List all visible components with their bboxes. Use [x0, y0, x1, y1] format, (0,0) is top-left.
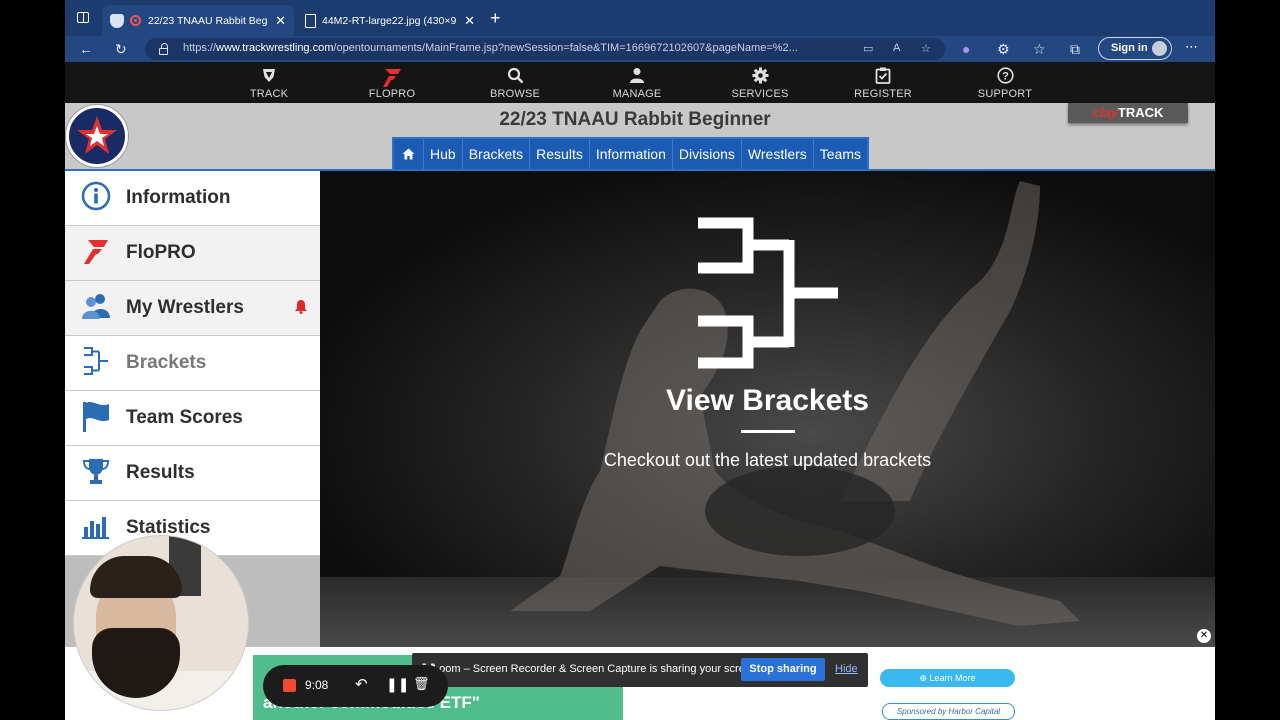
loom-sharing-message: Loom – Screen Recorder & Screen Capture … — [433, 663, 761, 675]
new-tab-icon[interactable]: + — [490, 8, 501, 29]
sidebar-item-team-scores[interactable]: Team Scores — [65, 391, 320, 446]
extensions-icon[interactable]: ⚙ — [997, 39, 1010, 59]
nav-flopro[interactable]: FLOPRO — [347, 62, 437, 103]
screen: 22/23 TNAAU Rabbit Beg ✕ 44M2-RT-large22… — [0, 0, 1280, 720]
sidebar-item-information[interactable]: Information — [65, 171, 320, 226]
tab-title: 22/23 TNAAU Rabbit Beg — [148, 14, 268, 27]
sidebar-item-brackets[interactable]: Brackets — [65, 336, 320, 391]
site-nav: TRACK FLOPRO BROWSE MANAGE SERVICES REGI… — [65, 62, 1215, 103]
track-shield-icon — [224, 62, 314, 88]
event-header: 22/23 TNAAU Rabbit Beginner clayTRACK Hu… — [65, 103, 1215, 171]
trackwrestling-favicon-icon — [110, 13, 124, 28]
sidebar-item-flopro[interactable]: FloPRO — [65, 226, 320, 281]
ad-close-icon[interactable]: ✕ — [1197, 629, 1211, 643]
browser-tab[interactable]: 44M2-RT-large22.jpg (430×9 ✕ — [297, 5, 483, 36]
tab-results[interactable]: Results — [530, 139, 590, 169]
event-tabs: Hub Brackets Results Information Divisio… — [392, 137, 869, 169]
help-icon: ? — [960, 62, 1050, 88]
browser-tab-active[interactable]: 22/23 TNAAU Rabbit Beg ✕ — [102, 5, 294, 36]
tab-teams[interactable]: Teams — [814, 139, 867, 169]
restart-icon[interactable]: ↶ — [355, 675, 368, 693]
hero-divider — [741, 430, 795, 433]
avatar-icon — [1152, 41, 1167, 56]
users-icon — [65, 292, 126, 325]
notification-bell-icon[interactable] — [294, 299, 308, 318]
bracket-icon — [65, 345, 126, 382]
learn-more-button[interactable]: ⊕ Learn More — [880, 669, 1015, 687]
back-icon[interactable]: ← — [79, 39, 93, 59]
tab-brackets[interactable]: Brackets — [463, 139, 531, 169]
sidebar-item-results[interactable]: Results — [65, 446, 320, 501]
sidebar-item-label: Results — [126, 462, 195, 483]
more-options-icon[interactable]: ⋯ — [1185, 39, 1198, 55]
hero-subtitle: Checkout out the latest updated brackets — [603, 450, 932, 470]
collections-icon[interactable]: ⧉ — [1070, 39, 1080, 59]
user-icon — [592, 62, 682, 88]
sidebar-item-my-wrestlers[interactable]: My Wrestlers — [65, 281, 320, 336]
favorites-icon[interactable]: ☆ — [1033, 39, 1046, 59]
address-bar[interactable]: https://www.trackwrestling.com/opentourn… — [145, 38, 945, 60]
flag-icon — [65, 400, 126, 437]
clipboard-icon — [838, 62, 928, 88]
tab-hub[interactable]: Hub — [424, 139, 463, 169]
tab-wrestlers[interactable]: Wrestlers — [742, 139, 814, 169]
delete-recording-icon[interactable]: 🗑 — [413, 676, 430, 692]
tab-divisions[interactable]: Divisions — [673, 139, 742, 169]
event-title: 22/23 TNAAU Rabbit Beginner — [499, 109, 771, 130]
stop-recording-icon[interactable] — [283, 679, 296, 692]
url-text[interactable]: https://www.trackwrestling.com/opentourn… — [183, 42, 823, 54]
close-tab-icon[interactable]: ✕ — [275, 13, 286, 29]
nav-manage[interactable]: MANAGE — [592, 62, 682, 103]
recording-timer: 9:08 — [305, 678, 329, 692]
webcam-bubble[interactable] — [73, 535, 249, 711]
bar-chart-icon — [65, 513, 126, 544]
gear-icon — [715, 62, 805, 88]
screen-cast-icon[interactable]: ▭ — [863, 42, 873, 55]
bracket-icon — [698, 217, 838, 369]
read-aloud-icon[interactable]: A — [893, 42, 900, 54]
loom-controls: 9:08 ↶ ❚❚ 🗑 — [263, 665, 448, 707]
home-icon — [402, 148, 415, 160]
cam-hair — [90, 556, 182, 598]
copilot-icon[interactable]: ● — [962, 39, 970, 59]
hero-title: View Brackets — [666, 384, 869, 417]
tab-home[interactable] — [394, 139, 424, 169]
nav-track[interactable]: TRACK — [224, 62, 314, 103]
sign-in-button[interactable]: Sign in — [1098, 37, 1172, 60]
lock-icon[interactable] — [159, 43, 168, 55]
nav-services[interactable]: SERVICES — [715, 62, 805, 103]
nav-browse[interactable]: BROWSE — [470, 62, 560, 103]
info-icon — [65, 181, 126, 216]
svg-text:?: ? — [1002, 71, 1009, 83]
sidebar-item-label: Information — [126, 187, 231, 208]
stop-sharing-button[interactable]: Stop sharing — [741, 658, 825, 681]
refresh-icon[interactable]: ↻ — [115, 39, 127, 59]
flo-icon — [65, 237, 126, 270]
sidebar-item-label: My Wrestlers — [126, 297, 244, 318]
trophy-icon — [65, 457, 126, 490]
nav-support[interactable]: ? SUPPORT — [960, 62, 1050, 103]
claytrack-logo[interactable]: clayTRACK — [1068, 103, 1188, 123]
flo-icon — [347, 62, 437, 88]
tab-information[interactable]: Information — [590, 139, 673, 169]
sign-in-label: Sign in — [1111, 42, 1148, 54]
sidebar-item-label: Brackets — [126, 352, 207, 373]
workspaces-icon[interactable] — [77, 12, 89, 23]
tab-title: 44M2-RT-large22.jpg (430×9 — [322, 14, 457, 27]
recording-indicator-icon — [130, 15, 141, 26]
favorite-add-icon[interactable]: ☆ — [921, 42, 931, 55]
hide-link[interactable]: Hide — [835, 663, 858, 675]
image-file-icon — [305, 13, 316, 28]
tab-strip: 22/23 TNAAU Rabbit Beg ✕ 44M2-RT-large22… — [65, 0, 1215, 36]
search-icon — [470, 62, 560, 88]
address-toolbar: ← ↻ https://www.trackwrestling.com/opent… — [65, 36, 1215, 62]
sidebar-item-label: Team Scores — [126, 407, 243, 428]
view-brackets-hero[interactable]: View Brackets Checkout out the latest up… — [320, 171, 1215, 647]
ad-sponsor-label[interactable]: Sponsored by Harbor Capital — [882, 703, 1015, 720]
close-tab-icon[interactable]: ✕ — [464, 13, 475, 29]
sidebar-item-label: FloPRO — [126, 242, 196, 263]
loom-sharing-bar: ❚❚ Loom – Screen Recorder & Screen Captu… — [412, 653, 868, 687]
nav-register[interactable]: REGISTER — [838, 62, 928, 103]
pause-recording-icon[interactable]: ❚❚ — [386, 676, 409, 693]
